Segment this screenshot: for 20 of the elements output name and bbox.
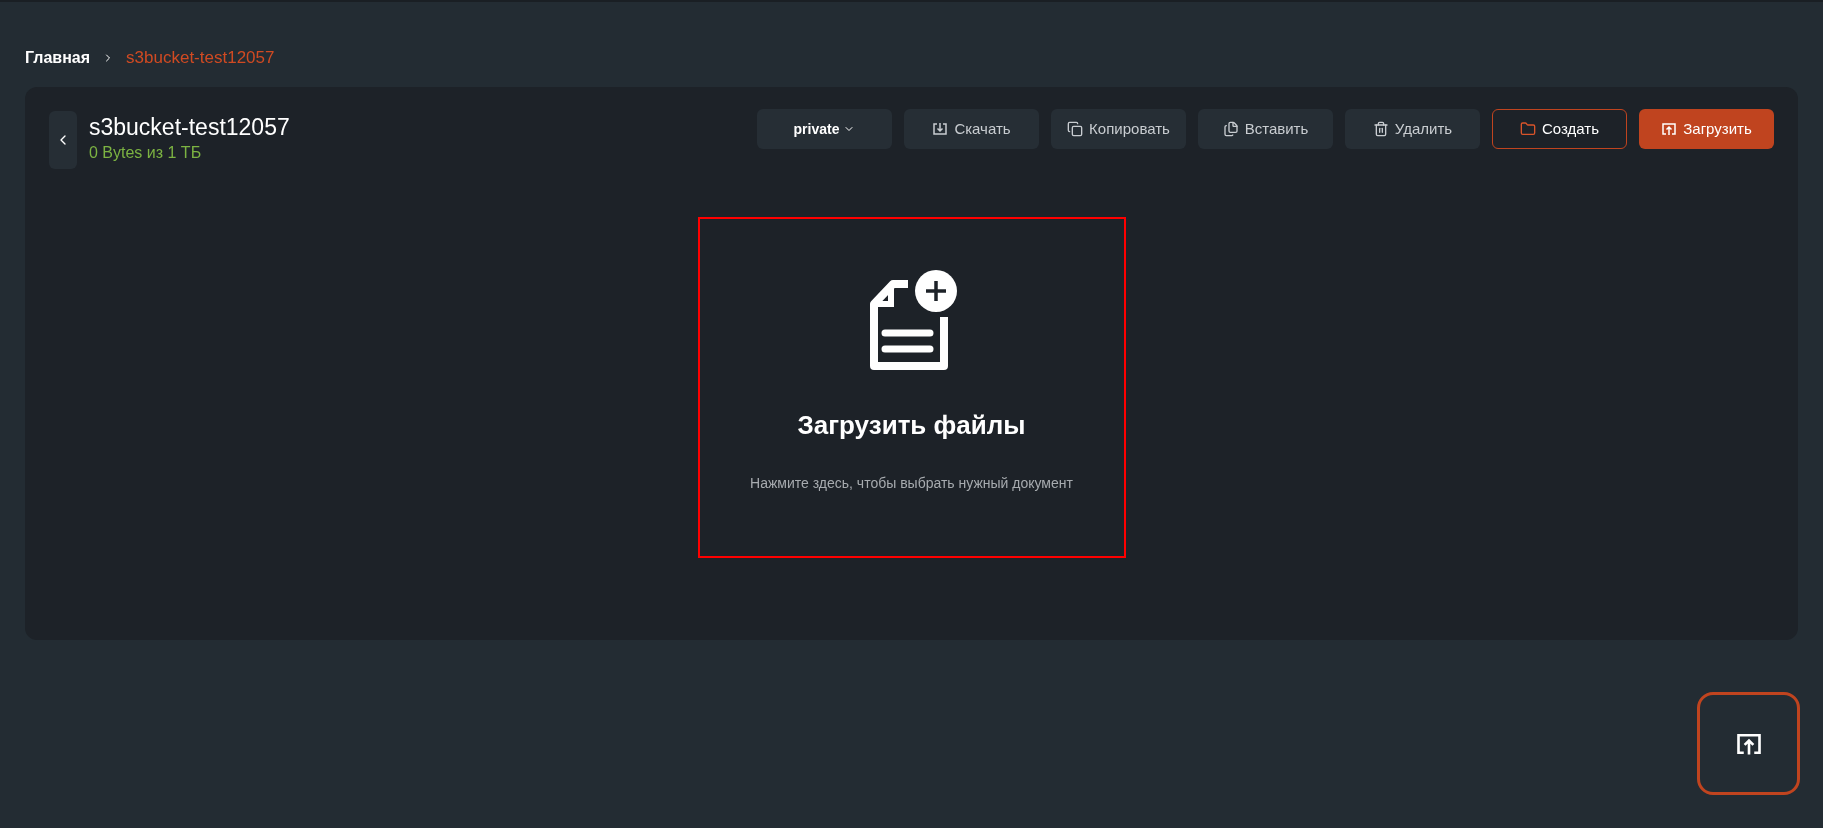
toolbar-button[interactable]: Вставить <box>1198 109 1333 149</box>
upload-icon <box>1661 121 1678 137</box>
paste-icon <box>1222 121 1239 137</box>
storage-usage: 0 Bytes из 1 ТБ <box>89 143 203 163</box>
toolbar-button[interactable]: Копировать <box>1051 109 1186 149</box>
dropzone-title: Загрузить файлы <box>797 409 1026 442</box>
trash-icon <box>1372 121 1389 137</box>
copy-icon <box>1067 121 1084 137</box>
floating-upload-button[interactable] <box>1697 692 1800 795</box>
access-dropdown[interactable]: private <box>757 109 892 149</box>
bucket-title: s3bucket-test12057 <box>89 113 290 141</box>
toolbar-button[interactable]: Создать <box>1492 109 1627 149</box>
download-icon <box>932 121 949 137</box>
dropzone-hint: Нажмите здесь, чтобы выбрать нужный документ <box>750 474 1073 493</box>
folder-icon <box>1520 121 1536 137</box>
toolbar-button[interactable]: Загрузить <box>1639 109 1774 149</box>
toolbar-button[interactable]: Скачать <box>904 109 1039 149</box>
upload-dropzone[interactable]: Загрузить файлы Нажмите здесь, чтобы выбрать нужный документ <box>697 217 1126 558</box>
breadcrumb-link[interactable]: Главная <box>25 45 91 70</box>
toolbar-button[interactable]: Удалить <box>1345 109 1480 149</box>
